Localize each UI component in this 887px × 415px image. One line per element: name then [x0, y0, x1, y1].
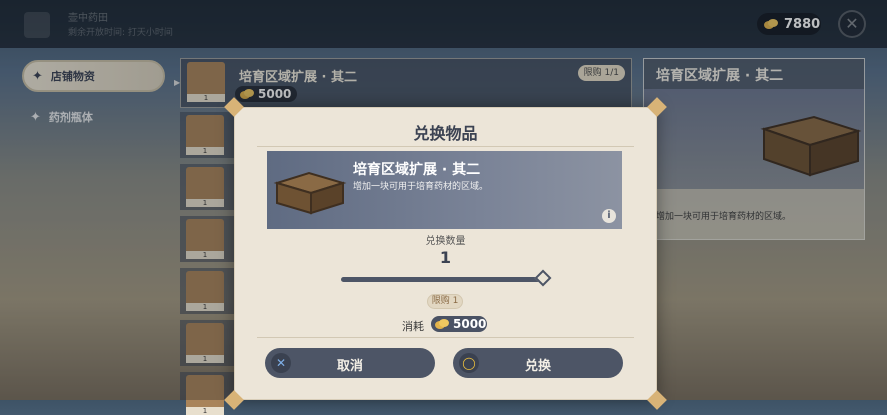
quantity-slider-handle[interactable]: [534, 269, 552, 287]
quantity-label: 兑换数量: [425, 236, 466, 247]
divider: [257, 337, 634, 338]
confirm-exchange-button[interactable]: ◯ 兑换: [453, 348, 623, 378]
exchange-item-card: 培育区域扩展 · 其二 增加一块可用于培育药材的区域。 i: [267, 151, 622, 229]
dialog-title: 兑换物品: [413, 124, 478, 143]
coin-icon: [435, 319, 449, 329]
cost-value: 5000: [453, 317, 487, 331]
quantity-slider-track[interactable]: [341, 277, 541, 282]
divider: [257, 146, 634, 147]
purchase-limit-badge: 限购 1: [427, 294, 463, 309]
planter-box-icon: [273, 171, 347, 215]
exchange-item-description: 增加一块可用于培育药材的区域。: [353, 182, 489, 192]
quantity-value: 1: [439, 248, 452, 267]
exchange-dialog: 兑换物品 培育区域扩展 · 其二 增加一块可用于培育药材的区域。 i 兑换数量 …: [224, 97, 667, 410]
cost-badge: 5000: [431, 316, 487, 332]
cost-label: 消耗: [402, 320, 424, 333]
cancel-button[interactable]: ✕ 取消: [265, 348, 435, 378]
exchange-item-name: 培育区域扩展 · 其二: [353, 162, 481, 178]
info-icon[interactable]: i: [602, 209, 616, 223]
